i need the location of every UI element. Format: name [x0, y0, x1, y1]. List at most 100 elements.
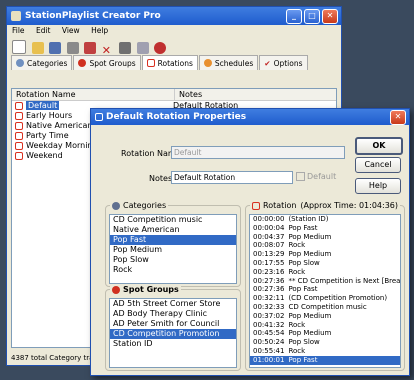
categories-list: CD Competition music Native American Pop F…: [109, 214, 237, 284]
rotation-name-text: Default: [26, 101, 60, 110]
rotation-item[interactable]: 00:32:33 CD Competition music: [250, 303, 400, 312]
rotation-name-text: Weekend: [26, 151, 63, 160]
tab-schedules-label: Schedules: [214, 58, 254, 68]
rotation-item-name: (CD Competition Promotion): [288, 294, 388, 303]
rotation-item[interactable]: 00:00:00 (Station ID): [250, 215, 400, 224]
rotation-item[interactable]: 00:32:11 (CD Competition Promotion): [250, 294, 400, 303]
category-item[interactable]: Native American: [110, 225, 236, 235]
list-header: Rotation Name Notes: [12, 89, 336, 101]
category-item[interactable]: Pop Slow: [110, 255, 236, 265]
rotation-item-name: Pop Fast: [288, 223, 318, 232]
categories-group: Categories CD Competition music Native Am…: [105, 201, 241, 287]
rotation-item[interactable]: 00:17:55 Pop Slow: [250, 259, 400, 268]
spot-group-item[interactable]: CD Competition Promotion: [110, 329, 236, 339]
spot-group-item[interactable]: AD 5th Street Corner Store: [110, 299, 236, 309]
cut-icon[interactable]: [119, 42, 132, 54]
copy-icon[interactable]: [136, 42, 149, 54]
rotation-item-name: Rock: [288, 346, 306, 355]
rotation-item[interactable]: 00:27:36 Pop Fast: [250, 285, 400, 294]
close-button[interactable]: ✕: [322, 8, 338, 24]
rotation-item[interactable]: 01:00:01 Pop Fast: [250, 355, 400, 365]
list-icon[interactable]: [66, 42, 79, 54]
tab-categories[interactable]: Categories: [11, 55, 73, 70]
rotation-item[interactable]: 00:08:07 Rock: [250, 241, 400, 250]
spot-group-item[interactable]: AD Body Therapy Clinic: [110, 309, 236, 319]
maximize-button[interactable]: □: [304, 8, 320, 24]
notes-field[interactable]: Default Rotation: [171, 171, 293, 184]
rotation-header-label: Rotation: [263, 201, 297, 210]
menubar: File Edit View Help: [7, 25, 341, 37]
spot-group-item[interactable]: Station ID: [110, 339, 236, 349]
tab-options[interactable]: ✔ Options: [259, 55, 308, 70]
open-icon[interactable]: [31, 42, 44, 54]
rotation-name-text: Early Hours: [26, 111, 73, 120]
category-item[interactable]: Rock: [110, 265, 236, 275]
tab-rotations[interactable]: Rotations: [141, 55, 198, 70]
new-icon[interactable]: [12, 40, 26, 54]
categories-group-icon: [112, 201, 120, 210]
rotation-item[interactable]: 00:13:29 Pop Medium: [250, 250, 400, 259]
rotation-item-time: 00:32:33: [253, 302, 285, 311]
menu-view[interactable]: View: [62, 26, 80, 35]
spot-groups-header-label: Spot Groups: [123, 285, 179, 294]
rotation-item-name: Pop Fast: [288, 355, 318, 364]
rotation-item-time: 00:45:54: [253, 329, 285, 338]
rotation-item-time: 00:55:41: [253, 346, 285, 355]
cancel-button[interactable]: Cancel: [355, 157, 401, 173]
rotation-item-name: Rock: [288, 320, 306, 329]
main-titlebar[interactable]: StationPlaylist Creator Pro _ □ ✕: [7, 7, 341, 25]
rotation-name-text: Party Time: [26, 131, 69, 140]
rotation-item-time: 00:27:36: [253, 285, 285, 294]
rotation-item-time: 00:32:11: [253, 294, 285, 303]
rotation-icon: [15, 101, 23, 110]
rotation-item[interactable]: 00:04:37 Pop Medium: [250, 233, 400, 242]
rotation-item[interactable]: 00:23:16 Rock: [250, 268, 400, 277]
default-checkbox-label: Default: [307, 172, 337, 181]
rotation-item[interactable]: 00:50:24 Pop Slow: [250, 338, 400, 347]
record-icon[interactable]: [154, 42, 167, 54]
default-checkbox[interactable]: Default: [296, 172, 336, 181]
category-item[interactable]: CD Competition music: [110, 215, 236, 225]
rotation-name-field[interactable]: Default: [171, 146, 345, 159]
rotation-item-name: Pop Slow: [288, 258, 320, 267]
approx-time-label: (Approx Time: 01:04:36): [300, 201, 398, 210]
rotation-icon: [15, 121, 23, 130]
checkbox-icon: [296, 172, 305, 181]
rotation-item[interactable]: 00:45:54 Pop Medium: [250, 329, 400, 338]
rotation-group-icon: [252, 201, 260, 210]
tab-schedules[interactable]: Schedules: [198, 55, 259, 70]
menu-help[interactable]: Help: [91, 26, 108, 35]
rotation-icon: [15, 131, 23, 140]
categories-header: Categories: [110, 201, 169, 210]
rotation-item-time: 01:00:01: [253, 355, 285, 364]
edit-icon[interactable]: [84, 42, 97, 54]
ok-button[interactable]: OK: [355, 137, 403, 155]
spot-group-item[interactable]: AD Peter Smith for Council: [110, 319, 236, 329]
column-header-rotation-name[interactable]: Rotation Name: [12, 89, 175, 100]
rotation-item[interactable]: 00:41:32 Rock: [250, 321, 400, 330]
help-button[interactable]: Help: [355, 178, 401, 194]
checkmark-icon: ✔: [264, 58, 271, 68]
rotation-item[interactable]: 00:00:04 Pop Fast: [250, 224, 400, 233]
rotation-item[interactable]: 00:27:36** CD Competition is Next [Break…: [250, 277, 400, 286]
menu-edit[interactable]: Edit: [36, 26, 51, 35]
rotation-group: Rotation (Approx Time: 01:04:36) 00:00:0…: [245, 201, 405, 371]
dialog-title: Default Rotation Properties: [106, 112, 247, 122]
rotation-item[interactable]: 00:37:02 Pop Medium: [250, 312, 400, 321]
notes-label: Notes: [149, 174, 173, 183]
tab-categories-label: Categories: [27, 58, 68, 68]
rotation-item[interactable]: 00:55:41 Rock: [250, 347, 400, 356]
category-item[interactable]: Pop Fast: [110, 235, 236, 245]
minimize-button[interactable]: _: [286, 8, 302, 24]
spot-groups-icon: [78, 59, 87, 67]
rotation-item-time: 00:17:55: [253, 258, 285, 267]
tab-spot-groups[interactable]: Spot Groups: [73, 55, 141, 70]
category-item[interactable]: Pop Medium: [110, 245, 236, 255]
menu-file[interactable]: File: [12, 26, 25, 35]
dialog-titlebar[interactable]: Default Rotation Properties ✕: [91, 109, 409, 125]
rotation-properties-dialog: Default Rotation Properties ✕ Rotation N…: [90, 108, 410, 376]
save-icon[interactable]: [49, 42, 62, 54]
dialog-close-button[interactable]: ✕: [390, 109, 406, 125]
schedules-icon: [203, 59, 212, 67]
column-header-notes[interactable]: Notes: [175, 89, 202, 100]
